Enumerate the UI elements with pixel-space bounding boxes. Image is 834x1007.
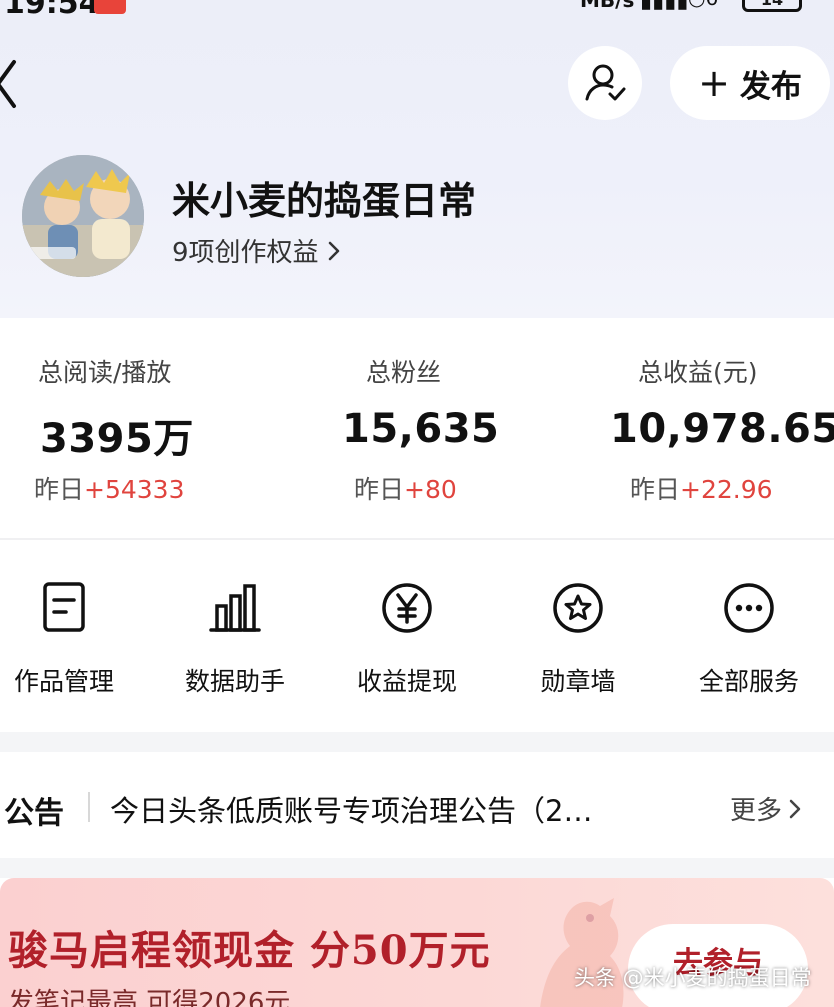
stat-label: 总收益(元) — [638, 358, 758, 387]
profile-name: 米小麦的捣蛋日常 — [172, 179, 477, 223]
delta-prefix: 昨日 — [34, 475, 85, 504]
network-speed: MB/s — [580, 0, 635, 12]
notice-title: 公告 — [4, 796, 64, 831]
notice-divider — [88, 792, 90, 822]
watermark: 头条 @米小麦的捣蛋日常 — [574, 966, 812, 990]
service-medal-wall[interactable]: 勋章墙 — [508, 580, 648, 698]
section-gap — [0, 858, 834, 878]
more-icon — [724, 583, 774, 633]
service-label: 收益提现 — [356, 667, 457, 696]
chevron-right-icon — [789, 799, 801, 818]
status-time: 19:54 — [4, 0, 100, 16]
service-label: 作品管理 — [13, 667, 114, 696]
battery-level: 14 — [761, 0, 783, 9]
document-icon — [43, 582, 85, 632]
publish-label: 发布 — [739, 68, 802, 105]
banner-title: 骏马启程领现金 分50万元 — [8, 927, 491, 974]
publish-button[interactable]: + 发布 — [670, 46, 830, 120]
stat-label: 总粉丝 — [366, 358, 442, 387]
delta-value: +80 — [404, 475, 457, 504]
user-follow-button[interactable] — [568, 46, 642, 120]
service-earnings-withdraw[interactable]: 收益提现 — [337, 580, 477, 698]
delta-value: +22.96 — [680, 475, 773, 504]
notice-text[interactable]: 今日头条低质账号专项治理公告（2… — [110, 788, 592, 830]
stat-value: 10,978.65 — [610, 406, 834, 452]
stat-label: 总阅读/播放 — [38, 358, 172, 387]
notification-badge-icon — [94, 0, 126, 14]
rights-label: 9项创作权益 — [172, 238, 319, 268]
profile-header: 19:54 MB/s ▮▮▮▮ ◔6 14 + 发布 — [0, 0, 834, 318]
creator-rights-link[interactable]: 9项创作权益 — [172, 232, 341, 269]
service-all-services[interactable]: 全部服务 — [679, 580, 819, 698]
notice-bar[interactable]: 公告 今日头条低质账号专项治理公告（2… 更多 — [0, 752, 834, 858]
stat-value: 15,635 — [342, 406, 500, 452]
avatar-image — [22, 155, 144, 277]
stat-value: 3395万 — [40, 416, 194, 462]
delta-value: +54333 — [84, 475, 185, 504]
service-label: 勋章墙 — [540, 667, 616, 696]
bar-chart-icon — [209, 584, 261, 632]
chevron-left-icon — [0, 60, 16, 108]
delta-prefix: 昨日 — [630, 475, 681, 504]
signal-icon: ▮▮▮▮ — [640, 0, 689, 13]
back-button[interactable] — [0, 58, 24, 110]
service-data-assistant[interactable]: 数据助手 — [165, 580, 305, 698]
avatar[interactable] — [22, 155, 144, 277]
battery-icon: 14 — [742, 0, 802, 12]
stat-delta: 昨日+22.96 — [630, 470, 773, 506]
more-label: 更多 — [730, 796, 783, 826]
chevron-right-icon — [328, 241, 339, 260]
stat-delta: 昨日+54333 — [34, 470, 185, 506]
services-grid: 作品管理 数据助手 收益提现 勋章墙 全部服务 — [0, 540, 834, 732]
stat-delta: 昨日+80 — [354, 470, 457, 506]
plus-icon: + — [698, 61, 730, 105]
star-medal-icon — [553, 583, 603, 633]
user-check-icon — [585, 64, 626, 101]
status-bar: 19:54 MB/s ▮▮▮▮ ◔6 14 — [0, 0, 834, 16]
notice-more-link[interactable]: 更多 — [730, 790, 802, 827]
service-label: 全部服务 — [698, 667, 799, 696]
banner-subtitle: 发笔记最高 可得2026元 — [8, 988, 291, 1007]
wifi-icon: ◔6 — [688, 0, 718, 10]
delta-prefix: 昨日 — [354, 475, 405, 504]
service-label: 数据助手 — [184, 667, 285, 696]
service-works-management[interactable]: 作品管理 — [0, 580, 134, 698]
section-gap — [0, 732, 834, 752]
stats-panel: 总阅读/播放 3395万 昨日+54333 总粉丝 15,635 昨日+80 总… — [0, 318, 834, 538]
yen-icon — [382, 583, 432, 633]
